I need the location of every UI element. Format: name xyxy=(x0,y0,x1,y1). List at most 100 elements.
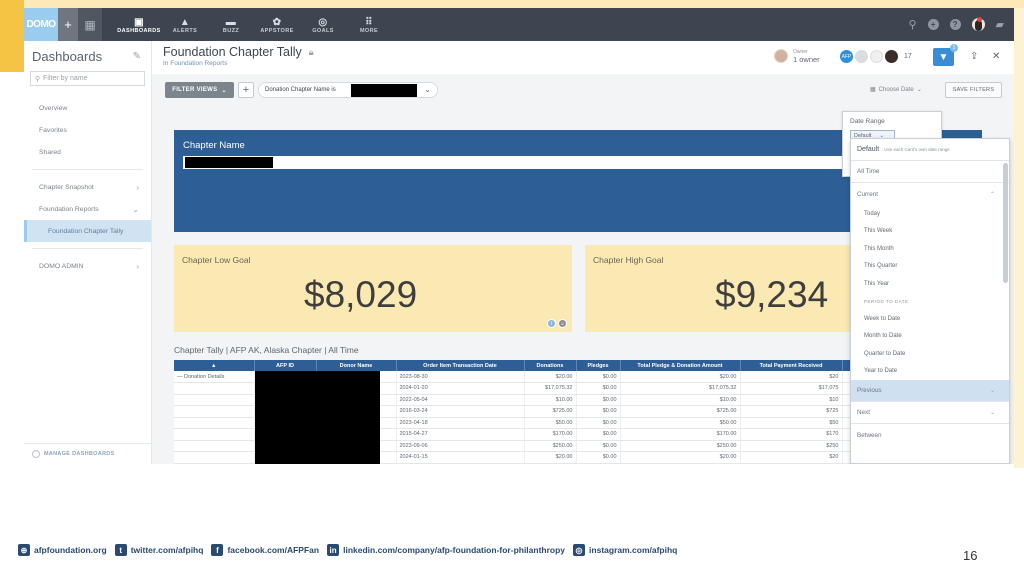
date-cell: 2024-01-15 xyxy=(396,451,525,464)
total-cell: $50.00 xyxy=(620,417,741,429)
domo-app-window: DOMO + ▦ ▣ DASHBOARDS ▲ ALERTS ▬ BUZZ ✿ APPS… xyxy=(24,8,1014,464)
viewers[interactable]: AFP 17 xyxy=(840,50,912,63)
add-filter-button[interactable]: + xyxy=(238,82,254,98)
pledges-cell: $0.00 xyxy=(576,394,621,406)
choose-date-button[interactable]: ▦ Choose Date ⌄ xyxy=(870,86,922,94)
total-cell: $170.00 xyxy=(620,428,741,441)
search-icon[interactable]: ⚲ xyxy=(908,18,916,31)
column-header-donor-name[interactable]: Donor Name xyxy=(316,360,397,371)
chevron-right-icon: › xyxy=(136,182,139,192)
footer-linkedin[interactable]: in linkedin.com/company/afp-foundation-fo… xyxy=(327,544,565,556)
lock-icon[interactable]: 🔒︎ xyxy=(309,47,314,58)
share-icon[interactable]: ⇪ xyxy=(970,51,978,62)
donations-cell: $17,075.32 xyxy=(524,382,577,395)
chat-bubble-icon[interactable]: ▰ xyxy=(996,18,1004,31)
chevron-right-icon: › xyxy=(136,261,139,271)
nav-buzz[interactable]: ▬ BUZZ xyxy=(208,15,254,34)
table-title: Chapter Tally | AFP AK, Alaska Chapter |… xyxy=(174,345,359,355)
sidebar-item-overview[interactable]: Overview xyxy=(24,97,151,119)
manage-dashboards-link[interactable]: MANAGE DASHBOARDS xyxy=(32,450,115,458)
page-subtitle[interactable]: In Foundation Reports xyxy=(163,60,227,67)
column-header-sort[interactable]: ▲ xyxy=(174,360,255,371)
option-between[interactable]: Between xyxy=(851,424,1009,446)
filter-views-button[interactable]: FILTER VIEWS ⌄ xyxy=(165,82,234,98)
footer-website[interactable]: ⊕ afpfoundation.org xyxy=(18,544,107,556)
nav-dashboards[interactable]: ▣ DASHBOARDS xyxy=(116,15,162,34)
donation-chapter-filter-pill[interactable]: Donation Chapter Name is ⌄ xyxy=(258,82,438,98)
owner-info[interactable]: Owner 1 owner xyxy=(774,49,820,63)
pledges-cell: $0.00 xyxy=(576,428,621,441)
domo-logo[interactable]: DOMO xyxy=(24,8,58,41)
option-year-to-date[interactable]: Year to Date xyxy=(851,363,1009,381)
group-previous[interactable]: Previous ⌄ xyxy=(851,380,1009,402)
plus-icon[interactable]: + xyxy=(58,8,78,41)
date-cell: 2023-08-30 xyxy=(396,371,525,383)
option-this-quarter[interactable]: This Quarter xyxy=(851,258,1009,276)
donations-cell: $20.00 xyxy=(524,371,577,383)
help-icon[interactable]: ? xyxy=(949,19,961,30)
row-group-cell xyxy=(174,382,255,395)
column-header-payment-received[interactable]: Total Payment Received xyxy=(740,360,843,371)
linkedin-icon: in xyxy=(327,544,340,556)
payment-cell: $725 xyxy=(740,405,843,418)
sidebar-item-shared[interactable]: Shared xyxy=(24,141,151,163)
globe-icon: ⊕ xyxy=(18,544,30,556)
footer-facebook[interactable]: f facebook.com/AFPFan xyxy=(211,544,319,556)
viewer-avatar xyxy=(870,50,883,63)
wrench-icon[interactable]: ✕ xyxy=(992,51,1000,62)
column-header-pledges[interactable]: Pledges xyxy=(576,360,621,371)
period-to-date-header: PERIOD TO DATE xyxy=(864,298,909,304)
date-range-options: Default Use each Card's own date range Al… xyxy=(850,138,1010,464)
sidebar-item-foundation-reports[interactable]: Foundation Reports ⌄ xyxy=(24,198,151,220)
app-grid-icon[interactable]: ▦ xyxy=(78,8,102,41)
chapter-low-goal-card[interactable]: Chapter Low Goal $8,029 i ☺ xyxy=(174,245,572,332)
sidebar-item-favorites[interactable]: Favorites xyxy=(24,119,151,141)
group-current[interactable]: Current ⌃ xyxy=(851,183,1009,205)
option-week-to-date[interactable]: Week to Date xyxy=(851,310,1009,328)
nav-goals[interactable]: ◎ GOALS xyxy=(300,15,346,34)
option-month-to-date[interactable]: Month to Date xyxy=(851,328,1009,346)
date-range-label: Date Range xyxy=(850,118,885,125)
viewer-count: 17 xyxy=(904,53,912,60)
save-filters-button[interactable]: SAVE FILTERS xyxy=(945,82,1002,98)
row-group-cell xyxy=(174,417,255,429)
column-header-date[interactable]: Order Item Transaction Date xyxy=(396,360,525,371)
donations-cell: $250.00 xyxy=(524,440,577,452)
sidebar-item-chapter-snapshot[interactable]: Chapter Snapshot › xyxy=(24,176,151,198)
nav-appstore[interactable]: ✿ APPSTORE xyxy=(254,15,300,34)
sidebar-item-domo-admin[interactable]: DOMO ADMIN › xyxy=(24,255,151,277)
add-circle-icon[interactable]: + xyxy=(927,19,939,30)
nav-more[interactable]: ⠿ MORE xyxy=(346,15,392,34)
option-this-month[interactable]: This Month xyxy=(851,240,1009,258)
option-today[interactable]: Today xyxy=(851,205,1009,223)
bell-icon: ▲ xyxy=(179,17,191,28)
option-all-time[interactable]: All Time xyxy=(851,161,1009,183)
goals-icon: ◎ xyxy=(318,17,328,28)
group-next[interactable]: Next ⌄ xyxy=(851,402,1009,424)
option-this-week[interactable]: This Week xyxy=(851,223,1009,241)
option-default[interactable]: Default Use each Card's own date range xyxy=(851,139,1009,161)
twitter-icon: t xyxy=(114,544,127,556)
column-header-total-amount[interactable]: Total Pledge & Donation Amount xyxy=(620,360,741,371)
footer-twitter[interactable]: t twitter.com/afpihq xyxy=(114,544,203,556)
instagram-icon: ◎ xyxy=(573,544,586,556)
row-group-cell xyxy=(174,394,255,406)
footer-instagram[interactable]: ◎ instagram.com/afpihq xyxy=(573,544,677,556)
facebook-icon: f xyxy=(211,544,224,556)
redacted-value xyxy=(185,157,273,168)
slide-accent-right xyxy=(1014,8,1024,468)
pin-icon[interactable]: ✎ xyxy=(133,51,141,62)
column-header-afp-id[interactable]: AFP ID xyxy=(254,360,317,371)
sidebar-item-foundation-chapter-tally[interactable]: Foundation Chapter Tally xyxy=(24,220,151,242)
person-icon[interactable]: ☺ xyxy=(558,319,567,328)
dropdown-scrollbar[interactable] xyxy=(1003,163,1008,283)
pledges-cell: $0.00 xyxy=(576,417,621,429)
nav-alerts[interactable]: ▲ ALERTS xyxy=(162,15,208,34)
redacted-ids-and-names xyxy=(255,371,380,464)
info-icon[interactable]: i xyxy=(547,319,556,328)
column-header-donations[interactable]: Donations xyxy=(524,360,577,371)
option-this-year[interactable]: This Year xyxy=(851,275,1009,293)
chevron-up-icon: ⌃ xyxy=(989,191,995,198)
sidebar-search-input[interactable]: ⚲ Filter by name xyxy=(30,71,145,86)
option-quarter-to-date[interactable]: Quarter to Date xyxy=(851,345,1009,363)
